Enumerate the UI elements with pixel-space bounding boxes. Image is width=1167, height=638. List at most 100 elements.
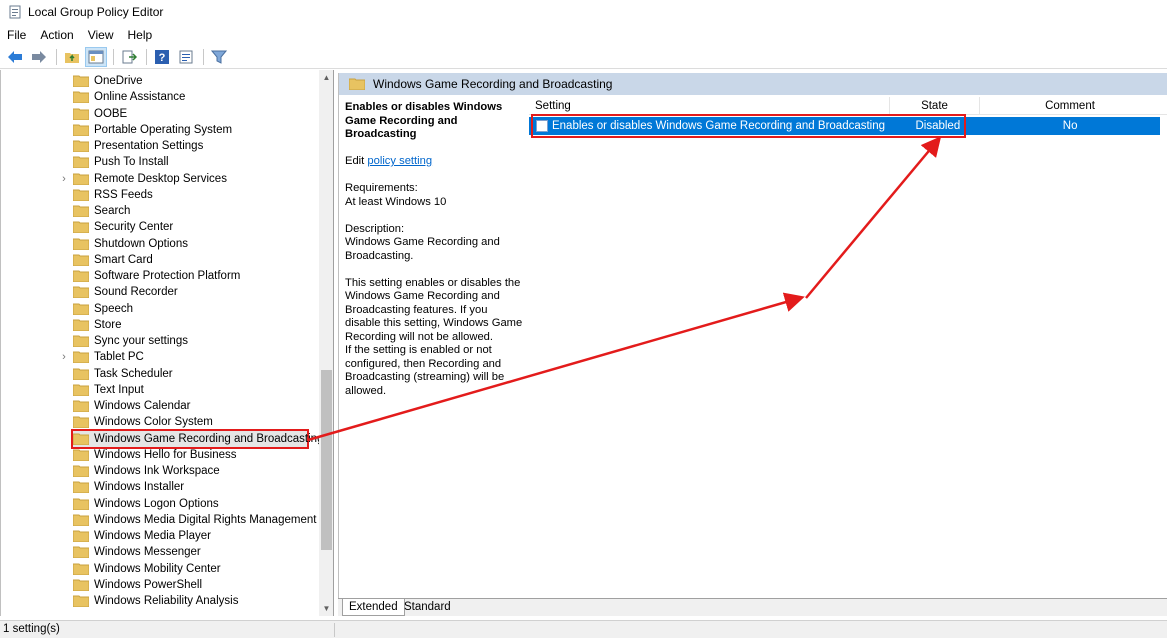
- tree-item[interactable]: Windows Installer: [1, 479, 319, 495]
- folder-icon: [73, 433, 89, 445]
- help-icon[interactable]: ?: [151, 47, 173, 67]
- tree-item-label: Windows Reliability Analysis: [94, 595, 239, 608]
- tree-item-label: Shutdown Options: [94, 237, 188, 250]
- folder-icon: [73, 205, 89, 218]
- edit-prefix: Edit: [345, 155, 368, 167]
- scrollbar-thumb[interactable]: [321, 370, 332, 550]
- column-header-comment[interactable]: Comment: [980, 97, 1160, 114]
- folder-icon: [73, 595, 89, 608]
- tree-item[interactable]: Shutdown Options: [1, 236, 319, 252]
- column-header-setting[interactable]: Setting: [529, 97, 890, 114]
- folder-icon: [73, 498, 89, 510]
- back-arrow-icon[interactable]: [4, 47, 26, 67]
- tree-item-label: Search: [94, 205, 131, 218]
- toolbar-separator: [146, 48, 147, 65]
- chevron-right-icon[interactable]: ›: [59, 173, 69, 185]
- tree-item[interactable]: Smart Card: [1, 252, 319, 268]
- up-folder-icon[interactable]: [61, 47, 83, 67]
- list-headers: Setting State Comment: [529, 97, 1167, 115]
- folder-icon: [73, 351, 89, 364]
- details-header-title: Windows Game Recording and Broadcasting: [373, 77, 613, 91]
- tree-item[interactable]: RSS Feeds: [1, 187, 319, 203]
- tree-item[interactable]: Sound Recorder: [1, 284, 319, 300]
- tree-item[interactable]: Sync your settings: [1, 333, 319, 349]
- tab-standard[interactable]: Standard: [398, 599, 457, 616]
- tree-item-label: OneDrive: [94, 75, 143, 88]
- description-long-1: This setting enables or disables the Win…: [345, 276, 523, 343]
- tree-item[interactable]: OneDrive: [1, 73, 319, 89]
- tree-item[interactable]: Store: [1, 317, 319, 333]
- tree-item-label: Remote Desktop Services: [94, 172, 227, 185]
- tree-item[interactable]: OOBE: [1, 106, 319, 122]
- tree-item[interactable]: Task Scheduler: [1, 366, 319, 382]
- tree-item[interactable]: Windows Logon Options: [1, 496, 319, 512]
- scroll-down-icon[interactable]: ▼: [319, 601, 333, 616]
- tree-item[interactable]: Text Input: [1, 382, 319, 398]
- tree-item[interactable]: Windows Mobility Center: [1, 561, 319, 577]
- export-list-icon[interactable]: [118, 47, 140, 67]
- folder-icon: [73, 221, 89, 234]
- tree-item[interactable]: Presentation Settings: [1, 138, 319, 154]
- tree-item[interactable]: › Tablet PC: [1, 349, 319, 365]
- tree-item[interactable]: Windows Messenger: [1, 544, 319, 560]
- scroll-up-icon[interactable]: ▲: [319, 70, 333, 85]
- folder-icon: [73, 579, 89, 591]
- requirements: Requirements: At least Windows 10: [345, 182, 525, 209]
- show-hide-tree-icon[interactable]: [85, 46, 107, 67]
- tree-list: OneDrive Online Assistance OOBE Portable Op…: [1, 73, 323, 609]
- tree-item[interactable]: Windows PowerShell: [1, 577, 319, 593]
- tree-item[interactable]: Windows Game Recording and Broadcasting: [1, 428, 323, 449]
- edit-line: Edit policy setting: [345, 155, 525, 169]
- title-bar: Local Group Policy Editor: [0, 0, 1167, 24]
- menu-action[interactable]: Action: [33, 26, 80, 44]
- filter-icon[interactable]: [208, 47, 230, 67]
- tree-item[interactable]: Windows Reliability Analysis: [1, 593, 319, 609]
- tree-item-label: Store: [94, 318, 122, 331]
- tree-item[interactable]: Windows Media Digital Rights Management: [1, 512, 319, 528]
- forward-arrow-icon[interactable]: [28, 47, 50, 67]
- tree-item-label: Software Protection Platform: [94, 270, 241, 283]
- tree-item[interactable]: Windows Hello for Business: [1, 447, 319, 463]
- tree-scrollbar[interactable]: ▲ ▼: [319, 70, 333, 616]
- tree-item-label: Windows Logon Options: [94, 497, 219, 510]
- folder-icon: [73, 335, 89, 348]
- chevron-right-icon[interactable]: ›: [59, 351, 69, 363]
- folder-icon: [73, 75, 89, 88]
- status-divider: [334, 623, 335, 637]
- tree-item-label: Task Scheduler: [94, 367, 173, 380]
- tree-item-label: Windows Game Recording and Broadcasting: [94, 432, 324, 445]
- menu-help[interactable]: Help: [121, 26, 160, 44]
- tab-extended[interactable]: Extended: [342, 599, 405, 616]
- tree-item[interactable]: Push To Install: [1, 154, 319, 170]
- folder-icon: [73, 124, 89, 136]
- folder-icon: [73, 400, 89, 413]
- navigation-tree[interactable]: OneDrive Online Assistance OOBE Portable Op…: [0, 70, 334, 616]
- tree-item[interactable]: Speech: [1, 301, 319, 317]
- tree-item[interactable]: Security Center: [1, 219, 319, 235]
- tree-item-label: Smart Card: [94, 253, 153, 266]
- column-header-state[interactable]: State: [890, 97, 980, 114]
- tree-item[interactable]: › Remote Desktop Services: [1, 171, 319, 187]
- folder-icon: [73, 156, 89, 169]
- folder-icon: [73, 465, 89, 478]
- table-row[interactable]: Enables or disables Windows Game Recordi…: [529, 114, 1160, 138]
- tree-item[interactable]: Windows Media Player: [1, 528, 319, 544]
- tree-item-label: Windows Ink Workspace: [94, 465, 220, 478]
- tree-item[interactable]: Search: [1, 203, 319, 219]
- status-text: 1 setting(s): [3, 623, 60, 635]
- tree-item[interactable]: Portable Operating System: [1, 122, 319, 138]
- properties-icon[interactable]: [175, 47, 197, 67]
- folder-icon: [73, 108, 89, 120]
- tree-item[interactable]: Windows Calendar: [1, 398, 319, 414]
- tree-item-label: Tablet PC: [94, 351, 144, 364]
- toolbar-separator: [113, 48, 114, 65]
- edit-policy-link[interactable]: policy setting: [367, 155, 432, 167]
- menu-view[interactable]: View: [81, 26, 121, 44]
- tree-item[interactable]: Online Assistance: [1, 89, 319, 105]
- tree-item[interactable]: Windows Ink Workspace: [1, 463, 319, 479]
- folder-icon: [73, 563, 89, 575]
- tree-item[interactable]: Software Protection Platform: [1, 268, 319, 284]
- tree-item-label: Windows Messenger: [94, 546, 201, 559]
- folder-icon: [73, 546, 89, 559]
- menu-file[interactable]: File: [0, 26, 33, 44]
